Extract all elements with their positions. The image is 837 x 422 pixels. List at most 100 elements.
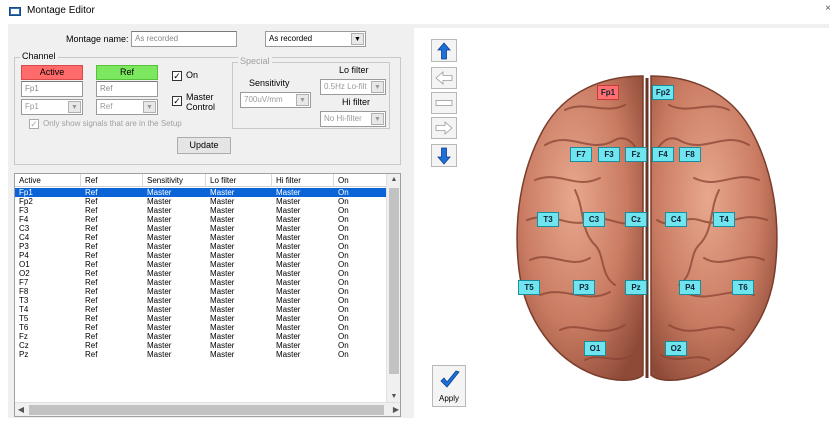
cell-hi-filter: Master [276, 188, 301, 197]
update-button[interactable]: Update [177, 137, 231, 154]
apply-button[interactable]: Apply [432, 365, 466, 407]
hi-filter-select[interactable]: No Hi-filter ▼ [320, 111, 386, 127]
chevron-down-icon: ▼ [371, 113, 384, 125]
cell-active: T4 [19, 305, 29, 314]
table-row[interactable]: Fp2 Ref Master Master Master On [15, 197, 387, 206]
electrode-fp1[interactable]: Fp1 [597, 85, 619, 100]
cell-lo-filter: Master [210, 224, 235, 233]
electrode-c3[interactable]: C3 [583, 212, 605, 227]
cell-on: On [338, 251, 349, 260]
cell-lo-filter: Master [210, 305, 235, 314]
table-row[interactable]: O1 Ref Master Master Master On [15, 260, 387, 269]
move-right-button[interactable] [431, 117, 457, 139]
electrode-c4[interactable]: C4 [665, 212, 687, 227]
vertical-scroll-thumb[interactable] [389, 188, 399, 374]
cell-hi-filter: Master [276, 215, 301, 224]
electrode-t5[interactable]: T5 [518, 280, 540, 295]
table-row[interactable]: F7 Ref Master Master Master On [15, 278, 387, 287]
ref-channel-select[interactable]: Ref ▼ [96, 99, 158, 115]
chevron-down-icon: ▼ [371, 81, 384, 93]
cell-ref: Ref [85, 188, 98, 197]
column-header-on[interactable]: On [334, 174, 387, 187]
cell-lo-filter: Master [210, 350, 235, 359]
chevron-down-icon: ▼ [143, 101, 156, 113]
table-row[interactable]: T6 Ref Master Master Master On [15, 323, 387, 332]
close-icon[interactable]: × [825, 3, 831, 14]
electrode-t6[interactable]: T6 [732, 280, 754, 295]
column-header-hi-filter[interactable]: Hi filter [272, 174, 334, 187]
table-row[interactable]: C3 Ref Master Master Master On [15, 224, 387, 233]
electrode-t3[interactable]: T3 [537, 212, 559, 227]
active-channel-select[interactable]: Fp1 ▼ [21, 99, 83, 115]
only-show-checkbox[interactable]: ✓ [29, 119, 39, 129]
electrode-o2[interactable]: O2 [665, 341, 687, 356]
electrode-f8[interactable]: F8 [679, 147, 701, 162]
cell-sensitivity: Master [147, 305, 172, 314]
hi-filter-value: No Hi-filter [324, 114, 362, 123]
column-header-lo-filter[interactable]: Lo filter [206, 174, 272, 187]
montage-name-input[interactable]: As recorded [131, 31, 237, 47]
sensitivity-select[interactable]: 700uV/mm ▼ [240, 92, 311, 108]
ref-channel-input[interactable]: Ref [96, 81, 158, 97]
electrode-f4[interactable]: F4 [652, 147, 674, 162]
table-row[interactable]: Fp1 Ref Master Master Master On [15, 188, 387, 197]
table-row[interactable]: Fz Ref Master Master Master On [15, 332, 387, 341]
montage-preset-select[interactable]: As recorded ▼ [265, 31, 366, 47]
arrow-right-icon [435, 121, 453, 135]
table-row[interactable]: F8 Ref Master Master Master On [15, 287, 387, 296]
master-control-checkbox[interactable]: ✓ [172, 96, 182, 106]
cell-sensitivity: Master [147, 350, 172, 359]
only-show-label: Only show signals that are in the Setup [43, 119, 182, 128]
cell-hi-filter: Master [276, 323, 301, 332]
electrode-fp2[interactable]: Fp2 [652, 85, 674, 100]
vertical-scrollbar[interactable]: ▲ ▼ [386, 174, 400, 403]
remove-button[interactable] [431, 92, 457, 114]
move-left-button[interactable] [431, 67, 457, 89]
cell-active: O2 [19, 269, 30, 278]
electrode-f7[interactable]: F7 [570, 147, 592, 162]
cell-sensitivity: Master [147, 323, 172, 332]
electrode-cz[interactable]: Cz [625, 212, 647, 227]
electrode-p4[interactable]: P4 [679, 280, 701, 295]
cell-on: On [338, 188, 349, 197]
on-checkbox[interactable]: ✓ [172, 71, 182, 81]
electrode-p3[interactable]: P3 [573, 280, 595, 295]
move-down-button[interactable] [431, 144, 457, 167]
table-row[interactable]: F3 Ref Master Master Master On [15, 206, 387, 215]
active-channel-input[interactable]: Fp1 [21, 81, 83, 97]
column-header-sensitivity[interactable]: Sensitivity [143, 174, 206, 187]
electrode-fz[interactable]: Fz [625, 147, 647, 162]
cell-on: On [338, 260, 349, 269]
electrode-o1[interactable]: O1 [584, 341, 606, 356]
table-row[interactable]: P3 Ref Master Master Master On [15, 242, 387, 251]
horizontal-scrollbar[interactable]: ◀ ▶ [15, 402, 400, 416]
table-row[interactable]: C4 Ref Master Master Master On [15, 233, 387, 242]
column-header-active[interactable]: Active [15, 174, 81, 187]
scroll-up-icon[interactable]: ▲ [387, 174, 400, 186]
cell-active: C4 [19, 233, 30, 242]
table-row[interactable]: T5 Ref Master Master Master On [15, 314, 387, 323]
electrode-t4[interactable]: T4 [713, 212, 735, 227]
table-row[interactable]: F4 Ref Master Master Master On [15, 215, 387, 224]
move-up-button[interactable] [431, 39, 457, 62]
electrode-f3[interactable]: F3 [598, 147, 620, 162]
column-header-ref[interactable]: Ref [81, 174, 143, 187]
table-row[interactable]: P4 Ref Master Master Master On [15, 251, 387, 260]
cell-sensitivity: Master [147, 332, 172, 341]
scroll-left-icon[interactable]: ◀ [15, 403, 27, 416]
horizontal-scroll-thumb[interactable] [29, 405, 384, 415]
table-row[interactable]: O2 Ref Master Master Master On [15, 269, 387, 278]
table-row[interactable]: T3 Ref Master Master Master On [15, 296, 387, 305]
scroll-right-icon[interactable]: ▶ [390, 403, 400, 416]
cell-hi-filter: Master [276, 260, 301, 269]
channel-table[interactable]: Active Ref Sensitivity Lo filter Hi filt… [14, 173, 401, 417]
table-row[interactable]: Cz Ref Master Master Master On [15, 341, 387, 350]
table-row[interactable]: T4 Ref Master Master Master On [15, 305, 387, 314]
electrode-pz[interactable]: Pz [625, 280, 647, 295]
cell-lo-filter: Master [210, 332, 235, 341]
master-control-label-line1: Master [186, 92, 214, 102]
cell-hi-filter: Master [276, 278, 301, 287]
lo-filter-select[interactable]: 0.5Hz Lo-filt ▼ [320, 79, 386, 95]
table-row[interactable]: Pz Ref Master Master Master On [15, 350, 387, 359]
arrow-up-icon [437, 42, 451, 60]
